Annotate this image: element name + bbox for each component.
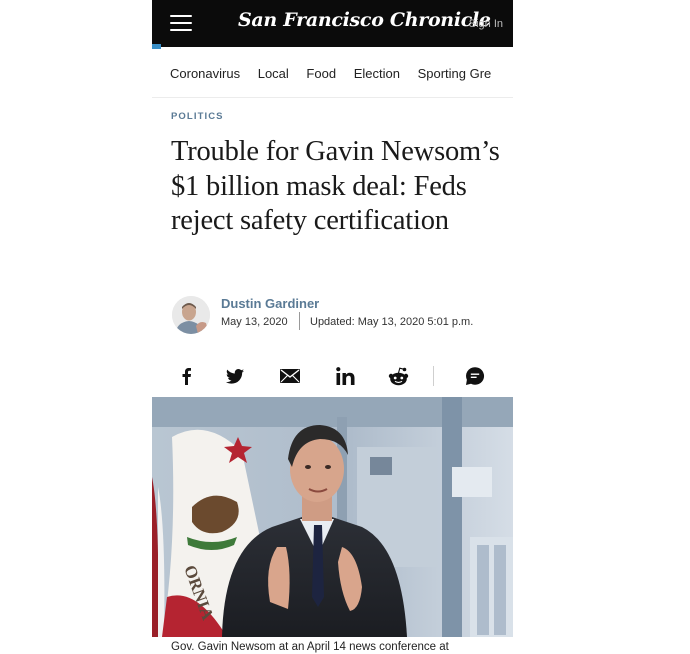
updated-date: Updated: May 13, 2020 5:01 p.m.	[310, 316, 474, 328]
twitter-icon[interactable]	[224, 365, 246, 387]
facebook-icon[interactable]	[175, 365, 197, 387]
share-divider	[433, 366, 434, 386]
author-avatar[interactable]	[172, 296, 210, 334]
hamburger-menu-icon[interactable]	[170, 15, 192, 31]
article-photo[interactable]: ORNIA	[152, 397, 513, 637]
reddit-icon[interactable]	[387, 365, 409, 387]
top-bar: San Francisco Chronicle Sign In	[152, 0, 513, 49]
publish-date: May 13, 2020	[221, 316, 288, 328]
sign-in-link[interactable]: Sign In	[469, 18, 503, 30]
nav-item-coronavirus[interactable]: Coronavirus	[170, 66, 240, 81]
site-logo[interactable]: San Francisco Chronicle	[238, 9, 491, 31]
nav-item-local[interactable]: Local	[258, 66, 289, 81]
section-label[interactable]: POLITICS	[171, 111, 224, 122]
email-icon[interactable]	[279, 365, 301, 387]
reading-progress-bar	[152, 44, 161, 49]
linkedin-icon[interactable]	[334, 365, 356, 387]
nav-item-food[interactable]: Food	[306, 66, 336, 81]
nav-item-sporting-green[interactable]: Sporting Gre	[418, 66, 492, 81]
nav-item-election[interactable]: Election	[354, 66, 400, 81]
section-nav: Coronavirus Local Food Election Sporting…	[170, 66, 513, 86]
comment-icon[interactable]	[464, 365, 486, 387]
article-page: San Francisco Chronicle Sign In Coronavi…	[152, 0, 513, 654]
photo-caption: Gov. Gavin Newsom at an April 14 news co…	[171, 641, 449, 653]
byline-divider	[299, 312, 300, 330]
article-headline: Trouble for Gavin Newsom’s $1 billion ma…	[171, 136, 500, 236]
nav-divider	[152, 97, 513, 98]
author-name[interactable]: Dustin Gardiner	[221, 296, 319, 311]
